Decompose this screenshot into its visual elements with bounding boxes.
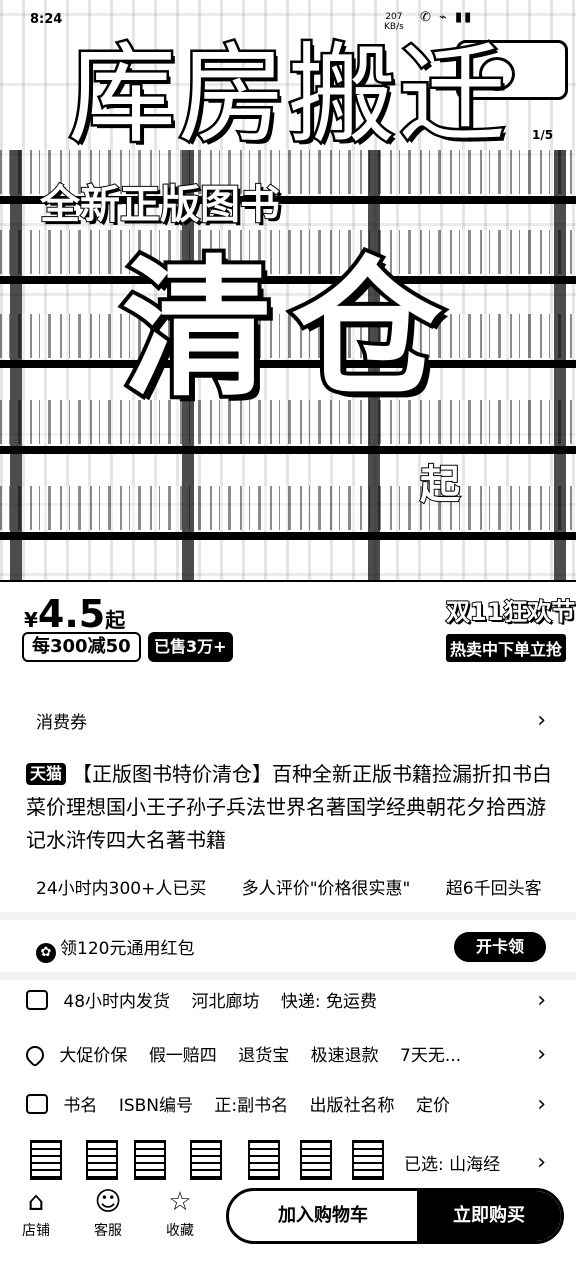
status-time: 8:24: [30, 12, 63, 27]
store-button[interactable]: ⌂ 店铺: [8, 1186, 64, 1240]
store-icon: ⌂: [27, 1187, 45, 1217]
guarantee-row[interactable]: 大促价保 假一赔四 退货宝 极速退款 7天无...: [22, 1042, 461, 1070]
chat-face-icon: ☺: [94, 1187, 122, 1217]
festival-logo: 双11狂欢节: [445, 597, 576, 627]
network-speed: 207 KB/s: [384, 12, 404, 32]
favorite-button[interactable]: ☆ 收藏: [152, 1186, 208, 1240]
clipboard-icon: [26, 1094, 48, 1114]
truck-icon: [26, 990, 48, 1010]
hero-subtitle: 全新正版图书: [39, 181, 281, 229]
promo-tag: 每300减50: [22, 632, 141, 662]
variant-thumbnail[interactable]: [134, 1140, 166, 1180]
open-card-button[interactable]: 开卡领: [454, 932, 546, 962]
chevron-right-icon: ›: [537, 1092, 546, 1117]
divider: [0, 912, 576, 920]
image-index-badge: 1/5: [532, 128, 554, 142]
chevron-right-icon: ›: [537, 988, 546, 1013]
redpacket-row[interactable]: ✿ 领120元通用红包: [36, 934, 194, 963]
shipping-row[interactable]: 48小时内发货 河北廊坊 快递: 免运费: [26, 988, 377, 1016]
cart-buy-group: 加入购物车 立即购买: [226, 1188, 564, 1244]
redpacket-icon: ✿: [36, 943, 56, 963]
star-icon: ☆: [168, 1187, 192, 1217]
tmall-badge: 天猫: [26, 763, 67, 785]
heart-icon: [22, 1042, 48, 1068]
highlight-item: 超6千回头客: [445, 879, 542, 899]
selected-variant[interactable]: 已选: 山海经: [404, 1150, 500, 1175]
sold-count-badge: 已售3万+: [148, 632, 233, 662]
chevron-right-icon: ›: [537, 1042, 546, 1067]
highlights-strip: 24小时内300+人已买 多人评价"价格很实惠" 超6千回头客: [36, 874, 576, 899]
add-to-cart-button[interactable]: 加入购物车: [229, 1191, 417, 1241]
divider: [0, 972, 576, 980]
highlight-item: 多人评价"价格很实惠": [241, 879, 411, 899]
signal-battery-icon: ✆ ⌁ ▮▮: [420, 10, 474, 25]
hero-headline: 清仓: [118, 239, 462, 421]
redpacket-label: 领120元通用红包: [60, 939, 195, 959]
chevron-right-icon: ›: [537, 1150, 546, 1175]
status-bar: 8:24 207 KB/s ✆ ⌁ ▮▮: [0, 0, 576, 36]
service-button[interactable]: ☺ 客服: [80, 1186, 136, 1240]
coupon-label: 消费券: [36, 713, 87, 733]
highlight-item: 24小时内300+人已买: [36, 879, 207, 899]
variant-thumbnail[interactable]: [352, 1140, 384, 1180]
variant-thumbnail[interactable]: [248, 1140, 280, 1180]
variant-thumbnail[interactable]: [300, 1140, 332, 1180]
chevron-right-icon: ›: [537, 708, 546, 733]
hero-corner-mark: 起: [419, 461, 461, 509]
price: ¥4.5起: [24, 592, 126, 636]
product-title: 天猫 【正版图书特价清仓】百种全新正版书籍捡漏折扣书白菜价理想国小王子孙子兵法世界…: [26, 758, 556, 857]
buy-now-button[interactable]: 立即购买: [417, 1191, 561, 1241]
variant-thumbnail[interactable]: [30, 1140, 62, 1180]
hero-banner[interactable]: 库房搬迁 1/5 全新正版图书 清仓 起: [0, 0, 576, 676]
festival-slogan: 热卖中下单立抢: [446, 634, 567, 662]
variant-thumbnail[interactable]: [86, 1140, 118, 1180]
variant-thumbnail[interactable]: [190, 1140, 222, 1180]
product-title-text: 【正版图书特价清仓】百种全新正版书籍捡漏折扣书白菜价理想国小王子孙子兵法世界名著…: [26, 762, 553, 852]
hero-title: 库房搬迁: [65, 33, 508, 158]
params-row[interactable]: 书名 ISBN编号 正:副书名 出版社名称 定价: [26, 1092, 450, 1120]
